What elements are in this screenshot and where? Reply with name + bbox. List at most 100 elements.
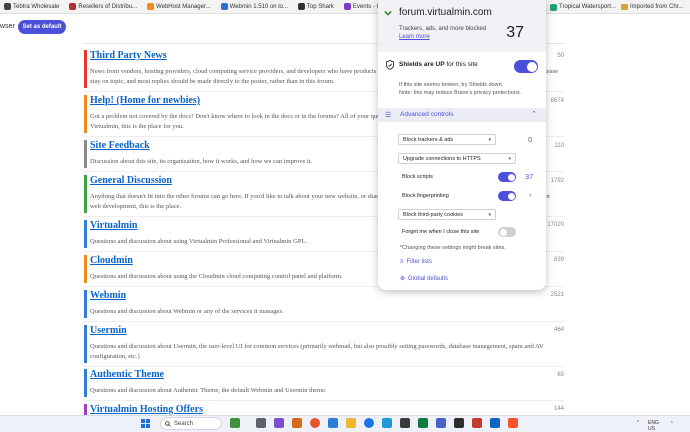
block-scripts-toggle[interactable]	[498, 172, 516, 182]
edge-icon[interactable]	[382, 418, 392, 428]
shields-status: Shields are UP for this site	[399, 61, 478, 68]
topic-count: 839	[553, 257, 564, 263]
search-icon	[165, 421, 171, 427]
category-description: Questions and discussion about Webmin or…	[90, 308, 284, 315]
site-domain: forum.virtualmin.com	[399, 7, 492, 18]
bookmark-favicon-icon	[69, 3, 77, 10]
chrome-icon[interactable]	[364, 418, 374, 428]
firefox-icon[interactable]	[310, 418, 320, 428]
topic-count: 464	[553, 327, 564, 333]
chevron-up-icon: ⌃	[531, 111, 537, 118]
windows-start-icon[interactable]	[141, 419, 150, 428]
category-title-link[interactable]: Cloudmin	[90, 255, 133, 266]
set-as-default-button[interactable]: Set as default	[18, 20, 66, 34]
category-color-bar	[84, 325, 87, 363]
category-color-bar	[84, 255, 87, 283]
folder-icon	[621, 4, 628, 10]
topic-count: 110	[554, 143, 564, 149]
chevron-down-icon: ▾	[488, 212, 491, 218]
divider	[84, 366, 564, 367]
wifi-icon[interactable]: ◔	[670, 420, 673, 426]
category-row[interactable]: Webmin Questions and discussion about We…	[84, 290, 564, 318]
topic-count: 144	[553, 406, 564, 412]
tray-chevron-icon[interactable]: ⌃	[636, 420, 640, 426]
category-title-link[interactable]: General Discussion	[90, 175, 172, 186]
bookmark-favicon-icon	[4, 3, 11, 10]
bookmark-item[interactable]: Webmin 1.510 on lo...	[220, 3, 288, 10]
blocked-summary: Trackers, ads, and more blocked	[399, 26, 487, 32]
bookmark-favicon-icon	[220, 3, 228, 10]
category-title-link[interactable]: Authentic Theme	[90, 369, 164, 380]
block-fingerprinting-toggle[interactable]	[498, 191, 516, 201]
topic-count: 8674	[550, 98, 564, 104]
category-title-link[interactable]: Third Party News	[90, 50, 167, 61]
bookmark-item[interactable]: Top Shark	[297, 3, 334, 10]
file-explorer-icon[interactable]	[346, 418, 356, 428]
category-title-link[interactable]: Virtualmin Hosting Offers	[90, 404, 203, 415]
scripts-count: 37	[525, 172, 534, 181]
chevron-down-icon: ▾	[508, 156, 511, 162]
app-icon[interactable]	[292, 418, 302, 428]
app-icon[interactable]	[472, 418, 482, 428]
chevron-right-icon[interactable]: ›	[529, 190, 532, 199]
chevron-down-icon: ▾	[488, 137, 491, 143]
block-fingerprinting-label: Block fingerprinting	[402, 193, 449, 199]
app-icon[interactable]	[328, 418, 338, 428]
task-view-icon[interactable]	[256, 418, 266, 428]
advanced-controls-toggle[interactable]: ☰ Advanced controls ⌃	[378, 108, 546, 122]
category-title-link[interactable]: Virtualmin	[90, 220, 137, 231]
category-row[interactable]: Virtualmin Hosting Offers	[84, 404, 564, 415]
app-icon[interactable]	[490, 418, 500, 428]
trackers-count: 0	[528, 135, 533, 144]
bookmark-item[interactable]: Resellers of Distribu...	[69, 3, 137, 10]
divider	[84, 321, 564, 322]
app-icon[interactable]	[400, 418, 410, 428]
bookmark-item[interactable]: Tebtra Wholesale	[4, 3, 59, 10]
app-icon[interactable]	[274, 418, 284, 428]
app-icon[interactable]	[436, 418, 446, 428]
brave-icon[interactable]	[508, 418, 518, 428]
topic-count: 50	[557, 53, 564, 59]
app-icon[interactable]	[418, 418, 428, 428]
category-row[interactable]: Authentic Theme Questions and discussion…	[84, 369, 564, 397]
https-upgrade-select[interactable]: Upgrade connections to HTTPS ▾	[398, 153, 516, 164]
category-color-bar	[84, 369, 87, 397]
category-title-link[interactable]: Site Feedback	[90, 140, 150, 151]
bookmark-item[interactable]: Tropical Watersport...	[550, 0, 616, 14]
weather-widget-icon[interactable]	[230, 418, 240, 428]
trackers-ads-select[interactable]: Block trackers & ads ▾	[398, 134, 496, 145]
category-description: Questions and discussion about Authentic…	[90, 387, 327, 394]
chevron-down-icon[interactable]	[384, 9, 392, 17]
app-icon[interactable]	[454, 418, 464, 428]
forum-header	[0, 14, 690, 42]
broken-site-note: If this site seems broken, try Shields d…	[399, 82, 522, 96]
third-party-cookies-select[interactable]: Block third-party cookies ▾	[398, 209, 496, 220]
block-scripts-label: Block scripts	[402, 174, 433, 180]
shields-toggle[interactable]	[514, 60, 538, 73]
taskbar-search-input[interactable]: Search	[160, 417, 222, 430]
forget-me-toggle[interactable]	[498, 227, 516, 237]
topic-count: 65	[557, 372, 564, 378]
shield-icon	[386, 60, 394, 70]
filter-lists-link[interactable]: ≡ Filter lists	[400, 259, 432, 265]
screen: Tebtra Wholesale Resellers of Distribu..…	[0, 0, 690, 432]
category-title-link[interactable]: Help! (Home for newbies)	[90, 95, 200, 106]
global-defaults-link[interactable]: ⊕ Global defaults	[400, 275, 448, 283]
forget-me-label: Forget me when I close this site	[402, 229, 480, 235]
browser-prompt-text: wser	[0, 23, 15, 30]
settings-warning: *Changing these settings might break sit…	[400, 245, 506, 251]
category-color-bar	[84, 140, 87, 168]
category-title-link[interactable]: Webmin	[90, 290, 126, 301]
globe-icon: ⊕	[400, 276, 406, 282]
category-row[interactable]: Usermin Questions and discussion about U…	[84, 325, 564, 363]
filter-icon: ≡	[400, 259, 404, 265]
bookmark-item[interactable]: WebHost Manager...	[147, 3, 211, 10]
language-indicator[interactable]: ENG US	[648, 420, 659, 432]
bookmark-item[interactable]: Imported from Chr...	[621, 0, 683, 14]
category-title-link[interactable]: Usermin	[90, 325, 127, 336]
topic-count: 2521	[550, 292, 564, 298]
topic-count: 17020	[547, 222, 564, 228]
category-color-bar	[84, 404, 87, 415]
learn-more-link[interactable]: Learn more	[399, 34, 430, 40]
bookmark-favicon-icon	[343, 3, 351, 10]
